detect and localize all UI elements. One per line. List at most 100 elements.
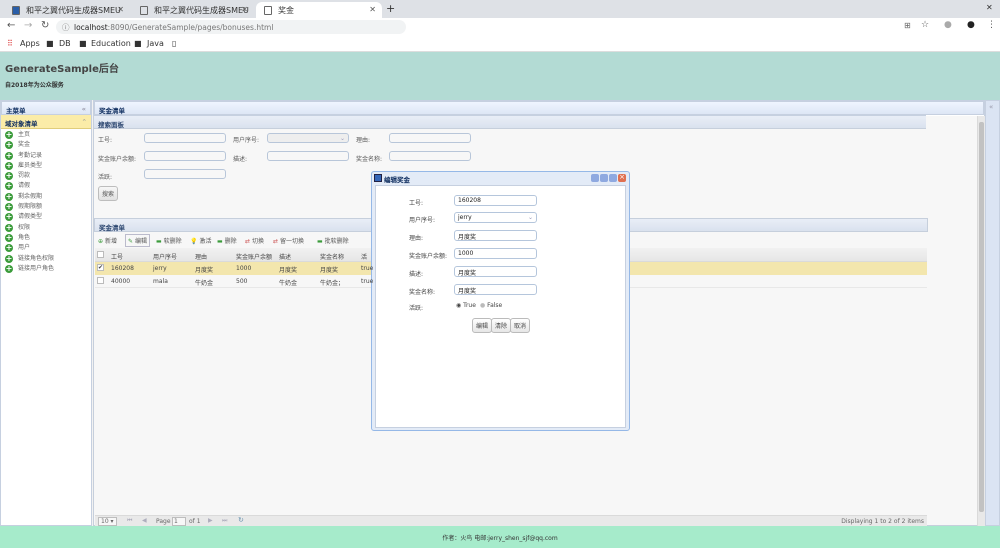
- dialog-field-3[interactable]: 1000: [454, 248, 537, 259]
- sidebar-item[interactable]: + 角色: [1, 233, 91, 243]
- dialog-field-4[interactable]: 月度奖: [454, 266, 537, 277]
- close-window-icon[interactable]: ×: [618, 174, 626, 182]
- toolbar-button-3[interactable]: 💡 激活: [190, 236, 212, 245]
- bookmark-education[interactable]: Education: [91, 39, 131, 48]
- column-header[interactable]: 奖金账户余额: [236, 252, 272, 261]
- sidebar-item[interactable]: + 考勤记录: [1, 151, 91, 161]
- toolbar-button-0[interactable]: ⊕ 新增: [98, 236, 117, 245]
- toolbar-button-5[interactable]: ⇄ 切换: [245, 236, 264, 245]
- sidebar-item[interactable]: + 用户: [1, 243, 91, 253]
- translate-icon[interactable]: ⊞: [904, 21, 911, 30]
- bookmark-java[interactable]: Java: [147, 39, 164, 48]
- sidebar-item[interactable]: + 请假类型: [1, 212, 91, 222]
- sidebar-item[interactable]: + 权限: [1, 223, 91, 233]
- expand-icon[interactable]: «: [989, 103, 993, 111]
- folder-icon: ■: [46, 39, 54, 48]
- chevron-up-icon[interactable]: ⌃: [82, 118, 87, 126]
- toolbar-label: 切换: [252, 238, 265, 245]
- column-header[interactable]: 描述: [279, 252, 291, 261]
- column-header[interactable]: 理由: [195, 252, 207, 261]
- accordion-header[interactable]: 域对象清单 ⌃: [1, 115, 91, 129]
- reload-icon[interactable]: ↻: [41, 20, 49, 31]
- column-header[interactable]: 工号: [111, 252, 123, 261]
- sidebar-item-label: 请假: [18, 182, 31, 190]
- star-icon[interactable]: ☆: [921, 20, 929, 30]
- toolbar-button-2[interactable]: ▬ 软删除: [156, 236, 182, 245]
- bookmark-apps[interactable]: Apps: [20, 39, 40, 48]
- collapse-icon[interactable]: «: [82, 105, 86, 113]
- profile-icon[interactable]: ●: [967, 20, 975, 30]
- minimize-window-icon[interactable]: [600, 174, 608, 182]
- close-tab-icon[interactable]: ✕: [117, 5, 124, 14]
- extension-icon[interactable]: ●: [944, 20, 952, 30]
- sidebar-item[interactable]: + 雇员类型: [1, 161, 91, 171]
- toolbar-button-4[interactable]: ▬ 删除: [217, 236, 237, 245]
- sidebar-item[interactable]: + 假期限额: [1, 202, 91, 212]
- dialog-field-1[interactable]: jerry ⌄: [454, 212, 537, 223]
- radio-true[interactable]: ◉ True: [456, 302, 476, 309]
- browser-tab-active[interactable]: 奖金 ✕: [256, 2, 382, 18]
- dialog-button-0[interactable]: 编辑: [472, 318, 493, 333]
- dialog-button-2[interactable]: 取消: [510, 318, 531, 333]
- toolbar-label: 删除: [224, 238, 237, 245]
- back-icon[interactable]: ←: [7, 20, 15, 31]
- close-tab-icon[interactable]: ✕: [369, 5, 376, 14]
- toolbar-button-7[interactable]: ▬ 批软删除: [317, 236, 349, 245]
- sidebar-item-label: 罚款: [18, 172, 31, 180]
- activate-icon: 💡: [190, 238, 198, 245]
- dialog-title: 编辑奖金: [384, 176, 410, 184]
- toolbar-label: 激活: [199, 238, 212, 245]
- collapse-window-icon[interactable]: [591, 174, 599, 182]
- table-cell: jerry: [153, 265, 167, 272]
- dialog-field-0[interactable]: 160208: [454, 195, 537, 206]
- column-header[interactable]: 奖金名称: [320, 252, 344, 261]
- table-cell: 500: [236, 278, 248, 285]
- dialog-label: 理由:: [409, 235, 424, 242]
- sidebar-item[interactable]: + 链接角色权限: [1, 254, 91, 264]
- new-tab-button[interactable]: +: [386, 2, 395, 15]
- close-tab-icon[interactable]: ✕: [241, 5, 248, 14]
- browser-tab[interactable]: 和平之翼代码生成器SMEU ✕: [132, 2, 254, 18]
- favicon-icon: [12, 6, 20, 15]
- close-window-button[interactable]: ✕: [986, 3, 993, 12]
- forward-icon[interactable]: →: [24, 20, 32, 31]
- bookmarks-bar: ⠿ Apps ■ DB ■ Education ■ Java ▯: [0, 36, 1000, 52]
- sidebar-item[interactable]: + 请假: [1, 181, 91, 191]
- plus-icon: +: [5, 130, 13, 139]
- apps-icon: ⠿: [7, 39, 13, 48]
- dialog-button-1[interactable]: 清除: [491, 318, 512, 333]
- maximize-window-icon[interactable]: [609, 174, 617, 182]
- toolbar-button-1[interactable]: ✎ 编辑: [125, 234, 151, 247]
- sidebar-item-label: 角色: [18, 233, 31, 241]
- toolbar-label: 新增: [105, 238, 118, 245]
- sidebar-item[interactable]: + 罚款: [1, 171, 91, 181]
- dialog-label: 奖金账户余额:: [409, 253, 448, 260]
- select-all-checkbox[interactable]: [97, 251, 104, 258]
- east-collapsed-panel[interactable]: «: [985, 100, 1000, 526]
- sidebar-item-label: 链接用户角色: [18, 264, 55, 272]
- sidebar-item-label: 用户: [18, 244, 31, 252]
- folder-icon: ■: [79, 39, 87, 48]
- dialog-field-2[interactable]: 月度奖: [454, 230, 537, 241]
- column-header[interactable]: 用户序号: [153, 252, 177, 261]
- browser-tab[interactable]: 和平之翼代码生成器SMEU ✕: [4, 2, 130, 18]
- url-input[interactable]: ⓘ localhost:8090/GenerateSample/pages/bon…: [56, 20, 406, 34]
- sidebar-item[interactable]: + 链接用户角色: [1, 264, 91, 274]
- app-title: GenerateSample后台: [5, 64, 119, 75]
- sidebar-item[interactable]: + 主页: [1, 130, 91, 140]
- dialog-label: 用户序号:: [409, 217, 436, 224]
- menu-icon[interactable]: ⋮: [987, 20, 996, 30]
- toolbar-button-6[interactable]: ⇄ 留一切换: [273, 236, 304, 245]
- toolbar-label: 留一切换: [280, 238, 305, 245]
- edit-bonus-dialog: 编辑奖金 ×: [371, 171, 630, 431]
- row-checkbox[interactable]: [97, 277, 104, 284]
- bookmark-db[interactable]: DB: [59, 39, 71, 48]
- row-checkbox[interactable]: ✔: [97, 264, 104, 271]
- column-header[interactable]: 活: [361, 252, 367, 261]
- page-icon[interactable]: ▯: [172, 39, 176, 48]
- dialog-field-5[interactable]: 月度奖: [454, 284, 537, 295]
- radio-false[interactable]: ● False: [480, 302, 502, 309]
- plus-icon: +: [5, 191, 13, 201]
- sidebar-item[interactable]: + 剩余假期: [1, 192, 91, 202]
- sidebar-item[interactable]: + 奖金: [1, 140, 91, 150]
